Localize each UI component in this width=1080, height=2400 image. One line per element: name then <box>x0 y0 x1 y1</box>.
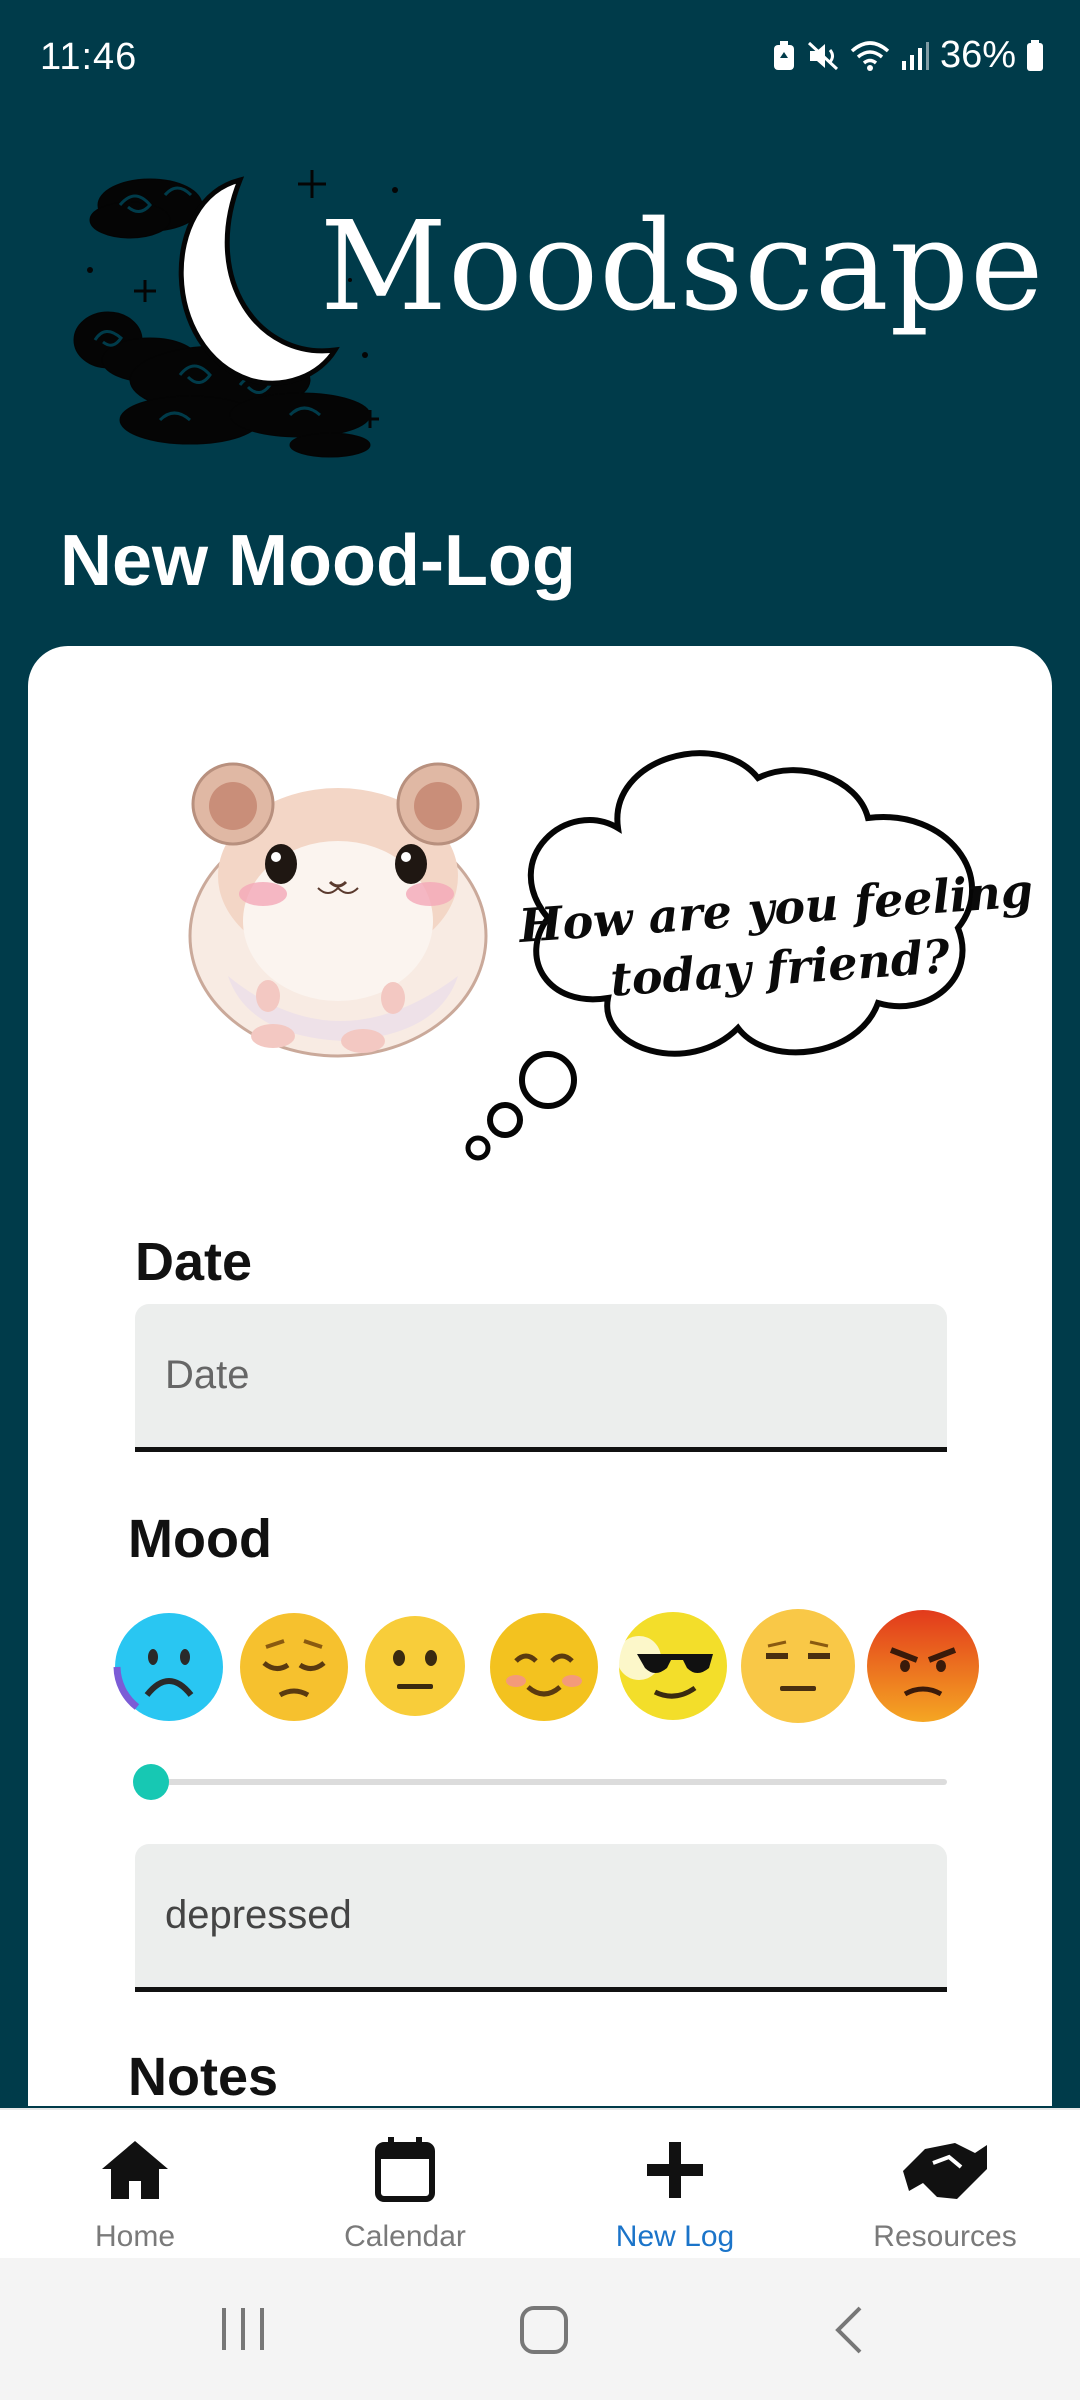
calendar-icon <box>375 2137 435 2202</box>
notes-label: Notes <box>128 2047 279 2106</box>
mood-label: Mood <box>128 1509 272 1569</box>
mood-emoji-row <box>113 1606 1023 1736</box>
hamster-mascot-icon <box>188 762 488 1058</box>
status-time: 11:46 <box>40 36 138 78</box>
nav-item-home[interactable]: Home <box>0 2110 270 2258</box>
nav-label-new-log: New Log <box>615 2220 735 2253</box>
recent-apps-icon[interactable] <box>218 2304 268 2354</box>
page-title: New Mood-Log <box>60 521 576 601</box>
nav-item-resources[interactable]: Resources <box>810 2110 1080 2258</box>
back-icon[interactable] <box>830 2304 870 2356</box>
nav-item-new-log[interactable]: New Log <box>540 2110 810 2258</box>
battery-icon <box>1026 39 1044 72</box>
home-icon <box>102 2141 168 2199</box>
nav-label-calendar: Calendar <box>344 2220 466 2253</box>
bottom-navigation: Home Calendar New Log Resources <box>0 2108 1080 2258</box>
handshake-icon <box>903 2143 987 2199</box>
mood-value-input[interactable] <box>165 1893 947 1938</box>
battery-percent: 36% <box>939 34 1016 76</box>
mood-value-field[interactable] <box>135 1844 947 1992</box>
home-button-icon[interactable] <box>518 2304 570 2356</box>
status-icons: 36% <box>772 34 1044 77</box>
date-input[interactable] <box>165 1353 947 1398</box>
nav-label-resources: Resources <box>873 2220 1017 2253</box>
nav-item-calendar[interactable]: Calendar <box>270 2110 540 2258</box>
date-label: Date <box>135 1232 253 1292</box>
mood-slider-thumb[interactable] <box>133 1764 169 1800</box>
sad-face-icon[interactable] <box>113 1611 225 1723</box>
signal-icon <box>900 41 930 71</box>
wifi-icon <box>850 40 890 72</box>
app-logo: Moodscape <box>70 150 1043 490</box>
status-bar: 11:46 36% <box>0 0 1080 120</box>
plus-icon <box>647 2142 703 2198</box>
smiling-face-icon[interactable] <box>488 1611 600 1723</box>
angry-face-icon[interactable] <box>865 1608 981 1724</box>
nav-label-home: Home <box>94 2220 176 2253</box>
mood-slider-track[interactable] <box>135 1779 947 1785</box>
pensive-face-icon[interactable] <box>238 1611 350 1723</box>
battery-saver-icon <box>772 40 796 71</box>
mood-slider[interactable] <box>133 1762 947 1802</box>
cool-sunglasses-face-icon[interactable] <box>611 1606 731 1726</box>
mute-icon <box>806 40 840 72</box>
system-navigation-bar <box>0 2258 1080 2400</box>
unamused-face-icon[interactable] <box>738 1606 858 1726</box>
neutral-face-icon[interactable] <box>363 1614 467 1718</box>
mood-log-form-card: How are you feeling today friend? Date M… <box>28 646 1052 2106</box>
app-name: Moodscape <box>320 195 1045 339</box>
date-field[interactable] <box>135 1304 947 1452</box>
